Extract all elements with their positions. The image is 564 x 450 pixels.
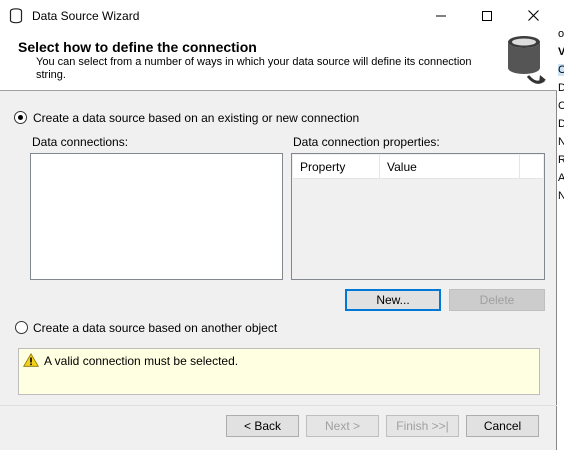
connection-properties-grid[interactable]: Property Value	[291, 153, 545, 280]
background-text: A	[558, 172, 564, 184]
new-connection-button[interactable]: New...	[345, 289, 441, 311]
background-text: VI	[558, 46, 564, 58]
wizard-header: Select how to define the connection You …	[0, 31, 557, 91]
connection-properties-label: Data connection properties:	[293, 135, 440, 149]
background-text: R	[558, 154, 564, 166]
delete-connection-button[interactable]: Delete	[449, 289, 545, 311]
data-source-wizard-window: Data Source Wizard Select how to define …	[0, 0, 557, 450]
warning-banner: A valid connection must be selected.	[18, 348, 540, 395]
next-button[interactable]: Next >	[306, 415, 379, 437]
minimize-button[interactable]	[418, 0, 464, 31]
background-text: N	[558, 136, 564, 148]
minimize-icon	[436, 15, 446, 16]
data-connections-label: Data connections:	[32, 135, 129, 149]
data-connections-list[interactable]	[30, 153, 283, 280]
existing-connection-label[interactable]: Create a data source based on an existin…	[33, 111, 359, 125]
cancel-button[interactable]: Cancel	[466, 415, 539, 437]
background-text: D	[558, 118, 564, 130]
database-connection-icon	[508, 36, 546, 84]
background-text: D	[558, 82, 564, 94]
background-text: C	[558, 64, 564, 76]
properties-header: Property Value	[293, 155, 543, 179]
another-object-label[interactable]: Create a data source based on another ob…	[33, 321, 277, 335]
background-window-edge: or VI C D C D N R A N	[557, 0, 564, 450]
window-title: Data Source Wizard	[32, 9, 140, 23]
warning-message: A valid connection must be selected.	[44, 354, 239, 368]
close-button[interactable]	[510, 0, 556, 31]
maximize-button[interactable]	[464, 0, 510, 31]
existing-connection-radio[interactable]	[14, 111, 27, 124]
finish-button[interactable]: Finish >>|	[386, 415, 459, 437]
title-bar[interactable]: Data Source Wizard	[0, 0, 557, 31]
another-object-radio[interactable]	[15, 321, 28, 334]
back-button[interactable]: < Back	[226, 415, 299, 437]
column-header-property[interactable]: Property	[293, 155, 380, 179]
warning-icon	[23, 353, 39, 367]
background-text: C	[558, 100, 564, 112]
footer-divider	[0, 405, 557, 406]
column-header-value[interactable]: Value	[380, 155, 520, 179]
page-description: You can select from a number of ways in …	[36, 56, 472, 81]
close-icon	[527, 10, 539, 21]
page-title: Select how to define the connection	[18, 39, 257, 55]
maximize-icon	[482, 10, 492, 21]
background-text: N	[558, 190, 564, 202]
background-text: or	[558, 28, 564, 40]
database-icon	[9, 8, 23, 24]
